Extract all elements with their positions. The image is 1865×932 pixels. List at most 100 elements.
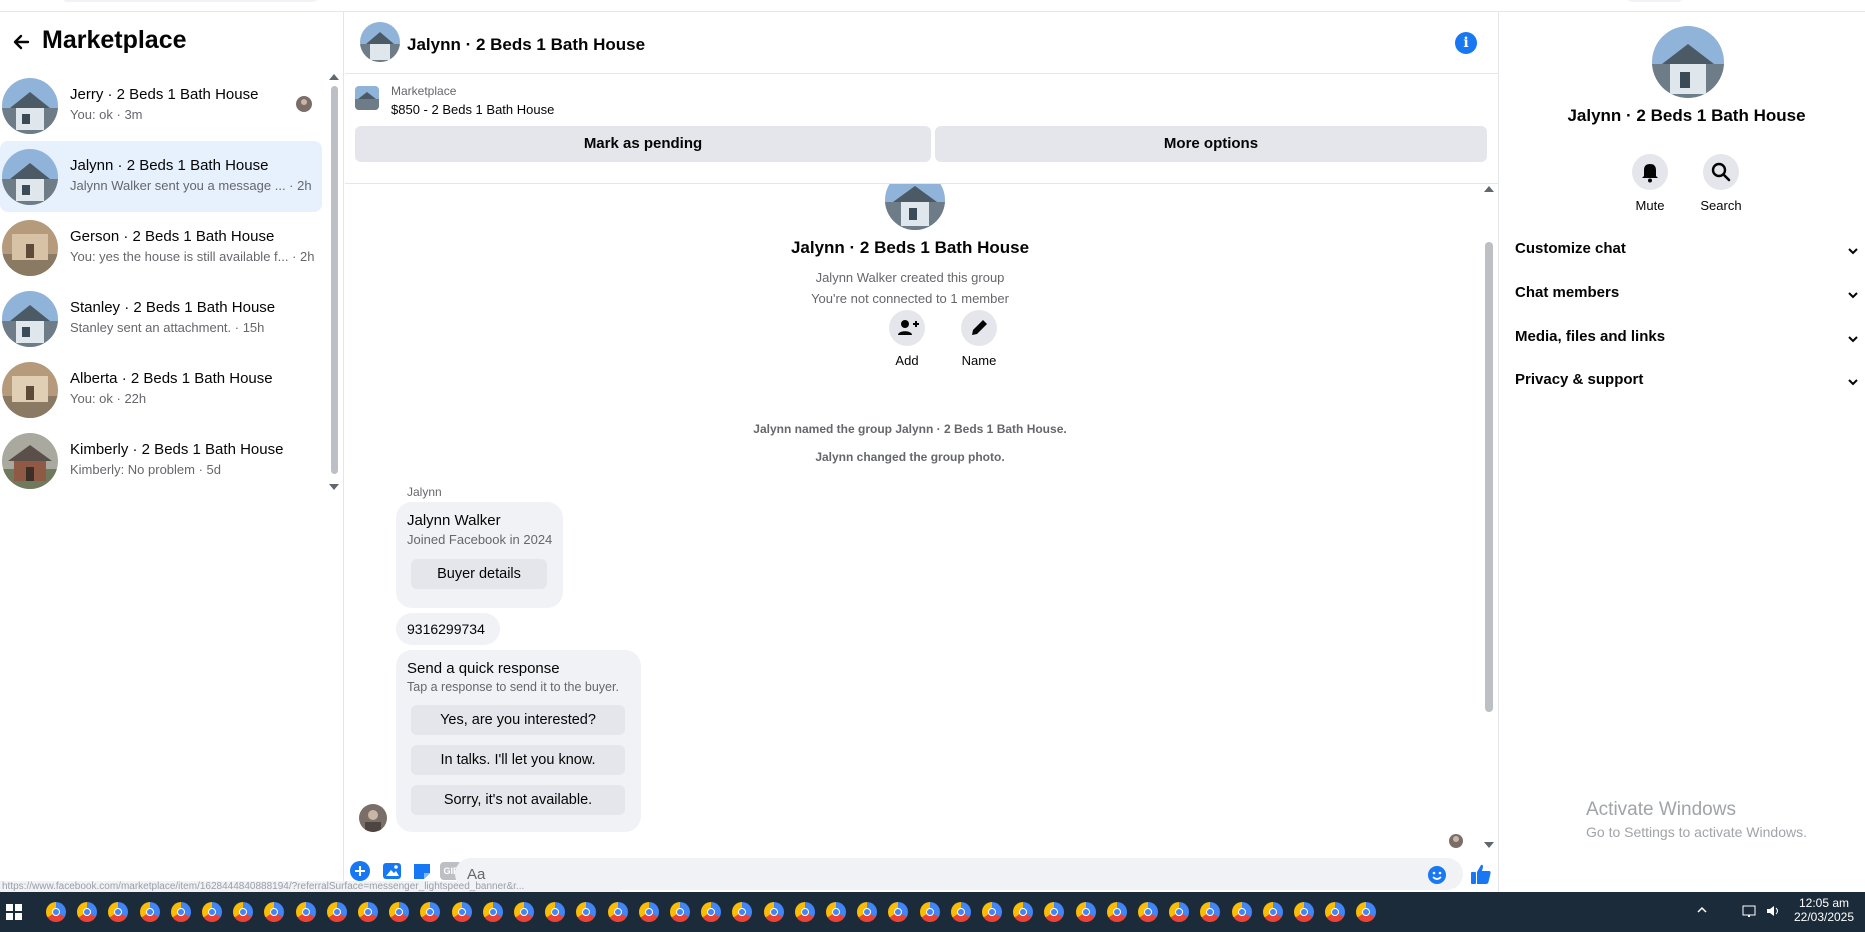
browser-app-icon[interactable] <box>389 902 410 922</box>
emoji-button[interactable] <box>1427 865 1447 885</box>
browser-app-icon[interactable] <box>1231 902 1252 922</box>
sticker-button[interactable] <box>411 860 433 882</box>
name-label: Name <box>961 353 997 368</box>
browser-app-icon[interactable] <box>826 902 846 922</box>
scroll-down-icon[interactable] <box>1484 842 1494 848</box>
browser-app-icon[interactable] <box>1075 902 1096 922</box>
browser-app-icon[interactable] <box>202 902 222 922</box>
section-privacy-support[interactable]: Privacy & support <box>1515 371 1860 411</box>
scrollbar-thumb[interactable] <box>1485 242 1493 712</box>
browser-app-icon[interactable] <box>732 902 753 922</box>
quick-response-card: Send a quick response Tap a response to … <box>396 650 641 832</box>
system-tray[interactable] <box>1672 892 1778 932</box>
browser-app-icon[interactable] <box>919 902 940 922</box>
browser-app-icon[interactable] <box>358 902 378 922</box>
browser-app-icon[interactable] <box>888 902 909 922</box>
browser-app-icon[interactable] <box>139 902 160 922</box>
mark-pending-button[interactable]: Mark as pending <box>355 126 931 162</box>
section-media-files-links[interactable]: Media, files and links <box>1515 328 1860 368</box>
browser-app-icon[interactable] <box>982 902 1002 922</box>
browser-app-icon[interactable] <box>1262 902 1283 922</box>
conversation-item[interactable]: Alberta · 2 Beds 1 Bath House You: ok · … <box>0 354 322 425</box>
browser-app-icon[interactable] <box>233 902 254 922</box>
scrollbar-thumb[interactable] <box>331 86 338 474</box>
quick-response-option[interactable]: Sorry, it's not available. <box>411 785 625 815</box>
browser-app-icon[interactable] <box>295 902 316 922</box>
listing-thumbnail <box>2 149 58 205</box>
browser-app-icon[interactable] <box>576 902 597 922</box>
listing-thumbnail[interactable] <box>355 86 379 110</box>
attach-photo-button[interactable] <box>381 860 403 882</box>
chevron-down-icon <box>1848 379 1858 386</box>
browser-app-icon[interactable] <box>170 902 191 922</box>
add-member-button[interactable]: Add <box>877 310 937 368</box>
clock[interactable]: 12:05 am 22/03/2025 <box>1784 892 1864 932</box>
thread-scrollbar[interactable] <box>1484 186 1494 848</box>
browser-app-icon[interactable] <box>77 902 98 922</box>
scroll-down-icon[interactable] <box>329 484 339 490</box>
chat-title[interactable]: Jalynn · 2 Beds 1 Bath House <box>407 35 645 55</box>
browser-app-icon[interactable] <box>950 902 971 922</box>
conversation-preview: Jalynn Walker sent you a message ... · 2… <box>70 178 312 193</box>
sidebar-scrollbar[interactable] <box>329 74 339 490</box>
browser-app-icon[interactable] <box>638 902 659 922</box>
toolbar-button-edge[interactable] <box>1625 0 1685 2</box>
browser-app-icon[interactable] <box>451 902 472 922</box>
conversation-item[interactable]: Kimberly · 2 Beds 1 Bath House Kimberly:… <box>0 425 322 496</box>
conversation-name: Gerson · 2 Beds 1 Bath House <box>70 228 275 245</box>
browser-app-icon[interactable] <box>1106 902 1127 922</box>
quick-response-option[interactable]: Yes, are you interested? <box>411 705 625 735</box>
quick-response-option[interactable]: In talks. I'll let you know. <box>411 745 625 775</box>
browser-app-icon[interactable] <box>46 902 66 922</box>
browser-app-icon[interactable] <box>794 902 815 922</box>
browser-app-icon[interactable] <box>1356 902 1377 922</box>
image-icon <box>383 863 401 879</box>
more-actions-button[interactable] <box>349 860 371 882</box>
browser-app-icon[interactable] <box>326 902 347 922</box>
like-button[interactable] <box>1469 862 1491 884</box>
message-bubble[interactable]: 9316299734 <box>396 613 500 645</box>
browser-app-icon[interactable] <box>264 902 285 922</box>
windows-taskbar: 12:05 am 22/03/2025 <box>0 892 1865 932</box>
mute-button[interactable]: Mute <box>1615 154 1685 213</box>
section-customize-chat[interactable]: Customize chat <box>1515 240 1860 280</box>
buyer-details-button[interactable]: Buyer details <box>411 559 547 589</box>
listing-thumbnail <box>2 362 58 418</box>
browser-app-icon[interactable] <box>1294 902 1314 922</box>
info-icon[interactable]: i <box>1455 32 1477 54</box>
browser-app-icon[interactable] <box>607 902 628 922</box>
back-button[interactable] <box>6 26 38 58</box>
listing-price[interactable]: $850 - 2 Beds 1 Bath House <box>391 102 554 117</box>
search-button[interactable]: Search <box>1686 154 1756 213</box>
browser-app-icon[interactable] <box>108 902 129 922</box>
browser-app-icon[interactable] <box>670 902 690 922</box>
browser-app-icon[interactable] <box>514 902 534 922</box>
sender-avatar[interactable] <box>359 804 387 832</box>
browser-app-icon[interactable] <box>701 902 722 922</box>
address-bar-edge[interactable] <box>60 0 320 2</box>
name-group-button[interactable]: Name <box>949 310 1009 368</box>
browser-app-icon[interactable] <box>482 902 503 922</box>
browser-app-icon[interactable] <box>857 902 878 922</box>
browser-app-icon[interactable] <box>545 902 566 922</box>
chat-avatar[interactable] <box>360 22 400 62</box>
buyer-name: Jalynn Walker <box>407 512 501 529</box>
conversation-item[interactable]: Gerson · 2 Beds 1 Bath House You: yes th… <box>0 212 322 283</box>
browser-app-icon[interactable] <box>1044 902 1065 922</box>
start-button[interactable] <box>6 904 22 925</box>
section-chat-members[interactable]: Chat members <box>1515 284 1860 324</box>
browser-app-icon[interactable] <box>1200 902 1221 922</box>
scroll-up-icon[interactable] <box>1484 186 1494 192</box>
browser-app-icon[interactable] <box>1169 902 1190 922</box>
group-avatar[interactable] <box>1652 26 1724 98</box>
conversation-item[interactable]: Jerry · 2 Beds 1 Bath House You: ok · 3m <box>0 70 322 141</box>
browser-app-icon[interactable] <box>1138 902 1158 922</box>
browser-app-icon[interactable] <box>1013 902 1034 922</box>
more-options-button[interactable]: More options <box>935 126 1487 162</box>
conversation-item[interactable]: Jalynn · 2 Beds 1 Bath House Jalynn Walk… <box>0 141 322 212</box>
conversation-item[interactable]: Stanley · 2 Beds 1 Bath House Stanley se… <box>0 283 322 354</box>
browser-app-icon[interactable] <box>763 902 784 922</box>
scroll-up-icon[interactable] <box>329 74 339 80</box>
browser-app-icon[interactable] <box>1325 902 1346 922</box>
browser-app-icon[interactable] <box>420 902 441 922</box>
